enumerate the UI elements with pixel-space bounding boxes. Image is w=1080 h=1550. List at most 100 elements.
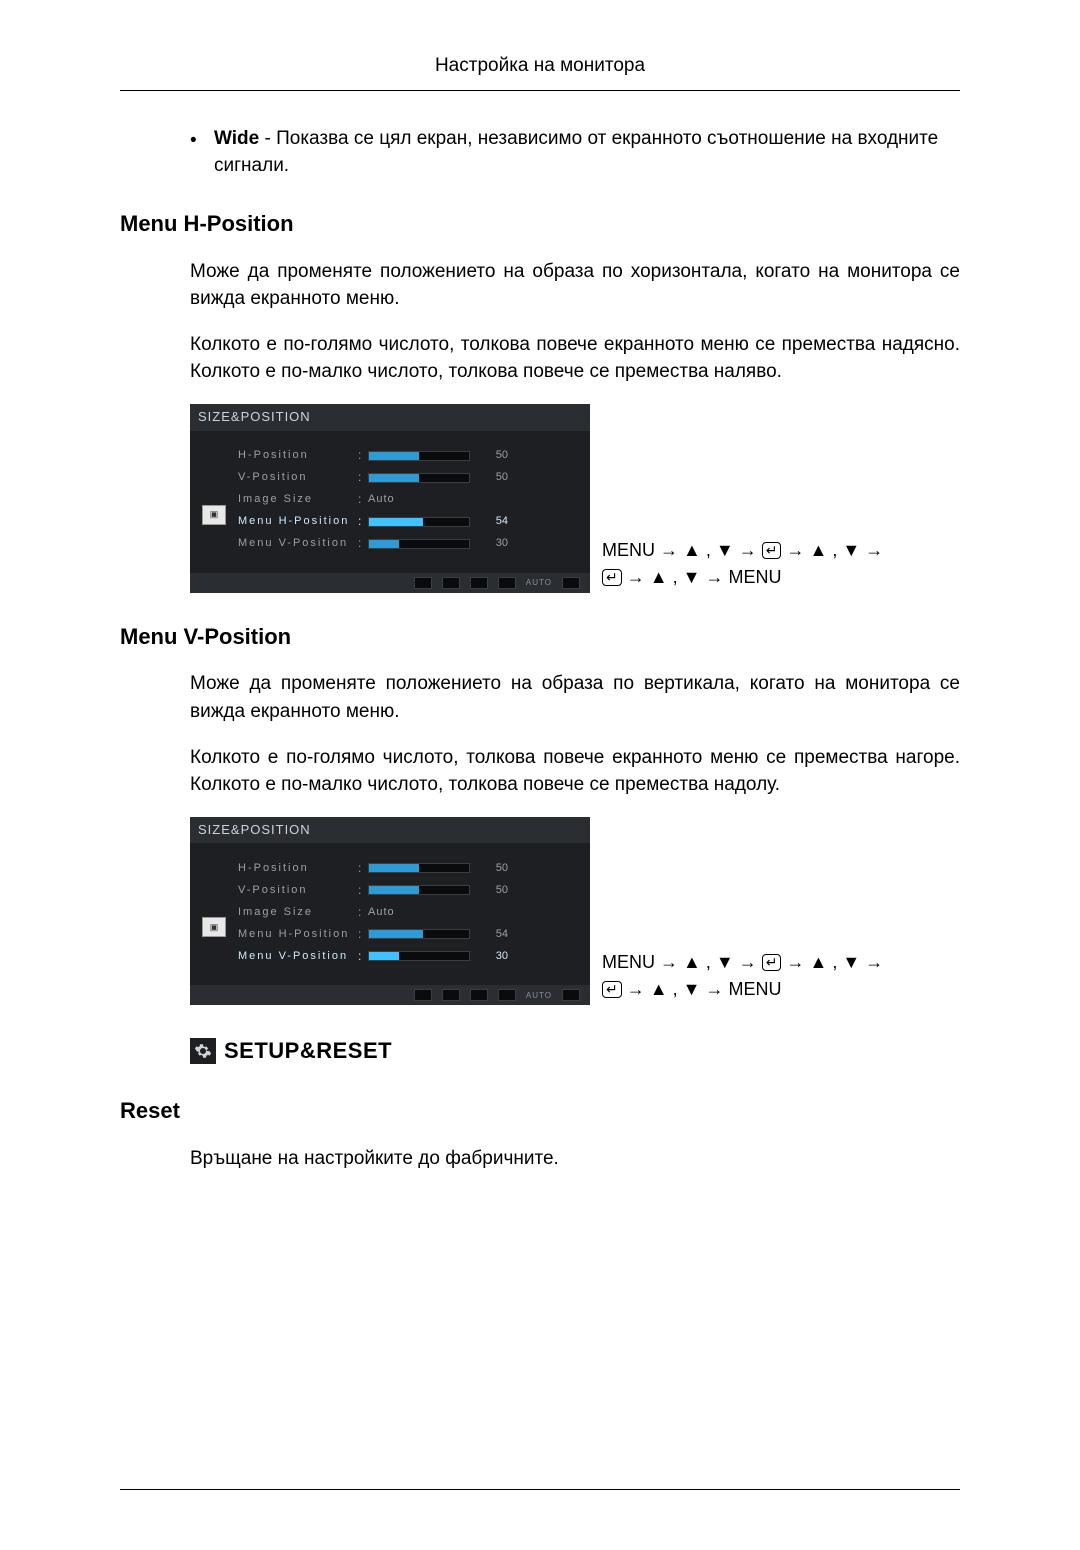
osd-title: SIZE&POSITION: [190, 404, 590, 431]
arrow-up-icon: ▲: [650, 979, 668, 999]
osd-label: Menu H-Position: [238, 927, 358, 943]
osd-nav-btn: [414, 577, 432, 589]
enter-key-icon: ↵: [602, 981, 622, 998]
nav-comma: ,: [668, 567, 683, 587]
wide-text-block: Wide - Показва се цял екран, независимо …: [214, 125, 960, 180]
osd-nav-auto: AUTO: [526, 577, 552, 589]
nav-menu: MENU: [728, 979, 781, 999]
osd-nav-bar: AUTO: [190, 985, 590, 1005]
arrow-right-icon: →: [627, 567, 645, 587]
menu-h-p1: Може да променяте положението на образа …: [190, 258, 960, 313]
osd-label: Image Size: [238, 905, 358, 921]
arrow-right-icon: →: [865, 540, 883, 560]
osd-value: 54: [470, 514, 508, 530]
arrow-right-icon: →: [660, 952, 678, 972]
nav-menu: MENU: [728, 567, 781, 587]
arrow-down-icon: ▼: [683, 567, 701, 587]
osd-nav-btn: [470, 577, 488, 589]
osd-slider: [368, 517, 470, 527]
arrow-down-icon: ▼: [842, 952, 860, 972]
osd-nav-btn: [442, 989, 460, 1001]
osd-text-value: Auto: [368, 492, 395, 508]
osd-value: 50: [470, 861, 508, 877]
osd-row-hpos: H-Position : 50: [238, 857, 578, 879]
arrow-down-icon: ▼: [716, 540, 734, 560]
menu-v-heading: Menu V-Position: [120, 621, 960, 653]
osd-value: 30: [470, 536, 508, 552]
page: Настройка на монитора • Wide - Показва с…: [0, 0, 1080, 1550]
arrow-up-icon: ▲: [650, 567, 668, 587]
arrow-right-icon: →: [705, 979, 723, 999]
nav-comma: ,: [701, 952, 716, 972]
arrow-down-icon: ▼: [842, 540, 860, 560]
osd-row-image-size: Image Size : Auto: [238, 489, 578, 511]
osd-value: 50: [470, 470, 508, 486]
setup-reset-heading: SETUP&RESET: [190, 1035, 960, 1067]
osd-slider: [368, 473, 470, 483]
arrow-up-icon: ▲: [683, 952, 701, 972]
osd-nav-btn: [498, 577, 516, 589]
arrow-up-icon: ▲: [683, 540, 701, 560]
reset-heading: Reset: [120, 1095, 960, 1127]
menu-v-p1: Може да променяте положението на образа …: [190, 670, 960, 725]
osd-slider: [368, 863, 470, 873]
arrow-right-icon: →: [660, 540, 678, 560]
nav-comma: ,: [701, 540, 716, 560]
arrow-right-icon: →: [705, 567, 723, 587]
bullet-dot: •: [190, 125, 214, 180]
arrow-right-icon: →: [786, 952, 804, 972]
arrow-right-icon: →: [739, 952, 757, 972]
osd-text-value: Auto: [368, 905, 395, 921]
arrow-up-icon: ▲: [810, 540, 828, 560]
osd-nav-auto: AUTO: [526, 990, 552, 1002]
osd-nav-btn: [414, 989, 432, 1001]
osd-label: Image Size: [238, 492, 358, 508]
arrow-right-icon: →: [739, 540, 757, 560]
setup-reset-title: SETUP&RESET: [224, 1035, 392, 1067]
osd-row-menu-v-selected: Menu V-Position : 30: [238, 945, 578, 967]
osd-row-menu-v: Menu V-Position : 30: [238, 533, 578, 555]
running-header: Настройка на монитора: [120, 52, 960, 90]
footer-rule: [120, 1489, 960, 1490]
nav-menu: MENU: [602, 540, 655, 560]
osd-screenshot-v: SIZE&POSITION ▣ H-Position : 50 V-Positi…: [190, 817, 590, 1006]
osd-category-icon: ▣: [202, 505, 226, 525]
menu-h-heading: Menu H-Position: [120, 208, 960, 240]
osd-nav-btn: [562, 577, 580, 589]
enter-key-icon: ↵: [762, 542, 782, 559]
wide-label: Wide: [214, 128, 259, 149]
osd-category-icon: ▣: [202, 917, 226, 937]
nav-sequence-v: MENU → ▲ , ▼ → ↵ → ▲ , ▼ → ↵ → ▲ , ▼ → M…: [602, 949, 883, 1005]
nav-comma: ,: [668, 979, 683, 999]
osd-slider: [368, 539, 470, 549]
enter-key-icon: ↵: [602, 569, 622, 586]
osd-row-hpos: H-Position : 50: [238, 445, 578, 467]
arrow-up-icon: ▲: [810, 952, 828, 972]
osd-slider: [368, 885, 470, 895]
osd-row-vpos: V-Position : 50: [238, 467, 578, 489]
gear-icon: [190, 1038, 216, 1064]
arrow-right-icon: →: [865, 952, 883, 972]
osd-slider: [368, 451, 470, 461]
osd-nav-btn: [442, 577, 460, 589]
nav-comma: ,: [827, 952, 842, 972]
osd-nav-btn: [562, 989, 580, 1001]
arrow-right-icon: →: [786, 540, 804, 560]
osd-label: V-Position: [238, 470, 358, 486]
osd-label: Menu H-Position: [238, 514, 358, 530]
osd-slider: [368, 951, 470, 961]
nav-menu: MENU: [602, 952, 655, 972]
osd-label: H-Position: [238, 448, 358, 464]
osd-row-vpos: V-Position : 50: [238, 879, 578, 901]
menu-h-p2: Колкото е по-голямо числото, толкова пов…: [190, 331, 960, 386]
osd-value: 50: [470, 883, 508, 899]
osd-value: 54: [470, 927, 508, 943]
osd-label: H-Position: [238, 861, 358, 877]
menu-v-p2: Колкото е по-голямо числото, толкова пов…: [190, 744, 960, 799]
osd-nav-btn: [498, 989, 516, 1001]
wide-text: - Показва се цял екран, независимо от ек…: [214, 128, 938, 177]
nav-comma: ,: [827, 540, 842, 560]
header-rule: [120, 90, 960, 91]
osd-row-menu-h: Menu H-Position : 54: [238, 923, 578, 945]
osd-label: Menu V-Position: [238, 949, 358, 965]
